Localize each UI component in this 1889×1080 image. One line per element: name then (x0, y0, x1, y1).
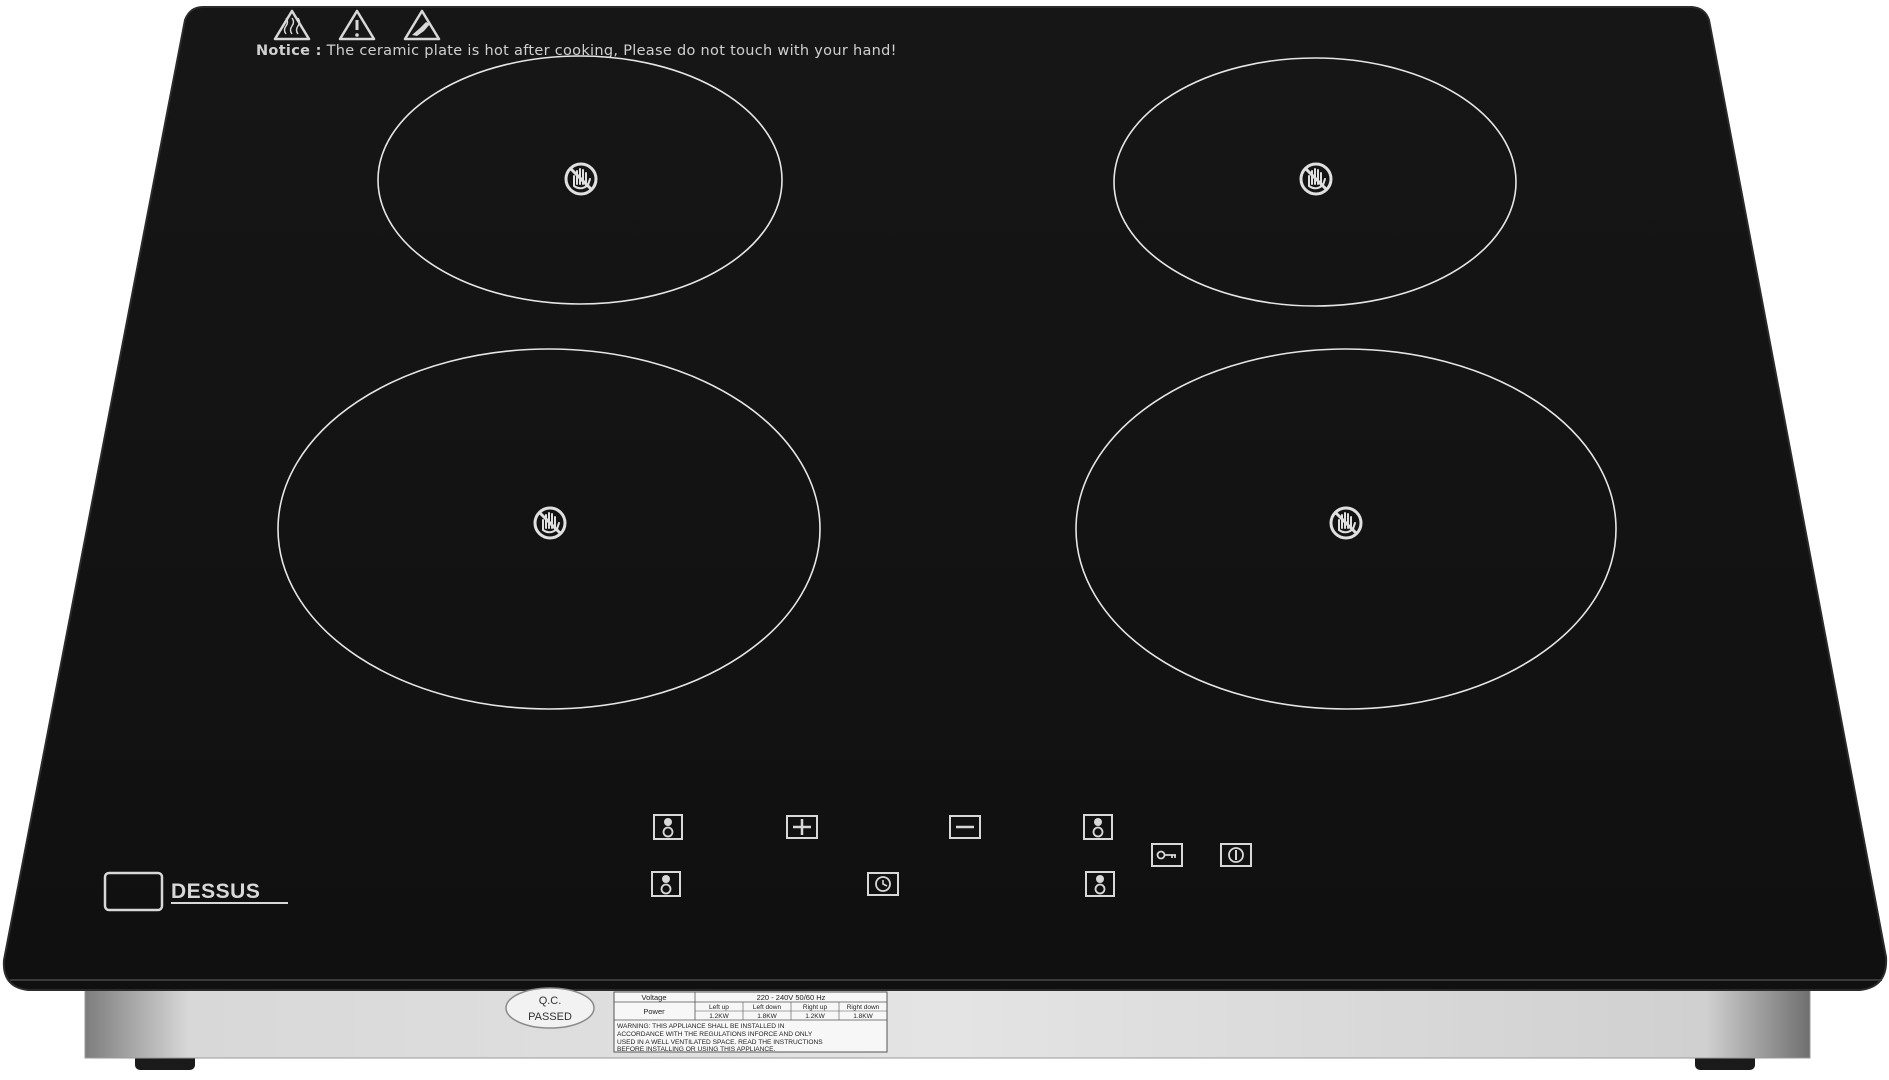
voltage-label: Voltage (641, 993, 666, 1002)
steel-body (84, 987, 1811, 1059)
power-label: Power (643, 1007, 665, 1016)
zone-header-left-down: Left down (753, 1004, 782, 1011)
rating-plate: Voltage 220 - 240V 50/60 Hz Power Left u… (613, 991, 888, 1053)
zone-power-right-up: 1.2KW (805, 1013, 825, 1020)
warning-line: BEFORE INSTALLING OR USING THIS APPLIANC… (617, 1046, 776, 1053)
warning-line: ACCORDANCE WITH THE REGULATIONS INFORCE … (617, 1031, 813, 1038)
induction-hob-photo: Notice : The ceramic plate is hot after … (0, 0, 1889, 1080)
ceramic-glass-top (2, 6, 1888, 991)
voltage-value: 220 - 240V 50/60 Hz (757, 993, 826, 1002)
zone-header-left-up: Left up (709, 1004, 729, 1011)
zone-header-right-up: Right up (803, 1004, 828, 1011)
qc-line2: PASSED (528, 1011, 572, 1023)
notice-label: Notice : (256, 43, 322, 59)
qc-passed-sticker: Q.C. PASSED (505, 987, 595, 1029)
warning-line: WARNING: THIS APPLIANCE SHALL BE INSTALL… (617, 1023, 785, 1030)
zone-header-right-down: Right down (847, 1004, 880, 1011)
zone-power-left-up: 1.2KW (709, 1013, 729, 1020)
warning-line: USED IN A WELL VENTILATED SPACE. READ TH… (617, 1039, 823, 1046)
zone-power-left-down: 1.8KW (757, 1013, 777, 1020)
zone-power-right-down: 1.8KW (853, 1013, 873, 1020)
qc-line1: Q.C. (539, 995, 562, 1007)
brand-name: DESSUS (171, 880, 260, 903)
